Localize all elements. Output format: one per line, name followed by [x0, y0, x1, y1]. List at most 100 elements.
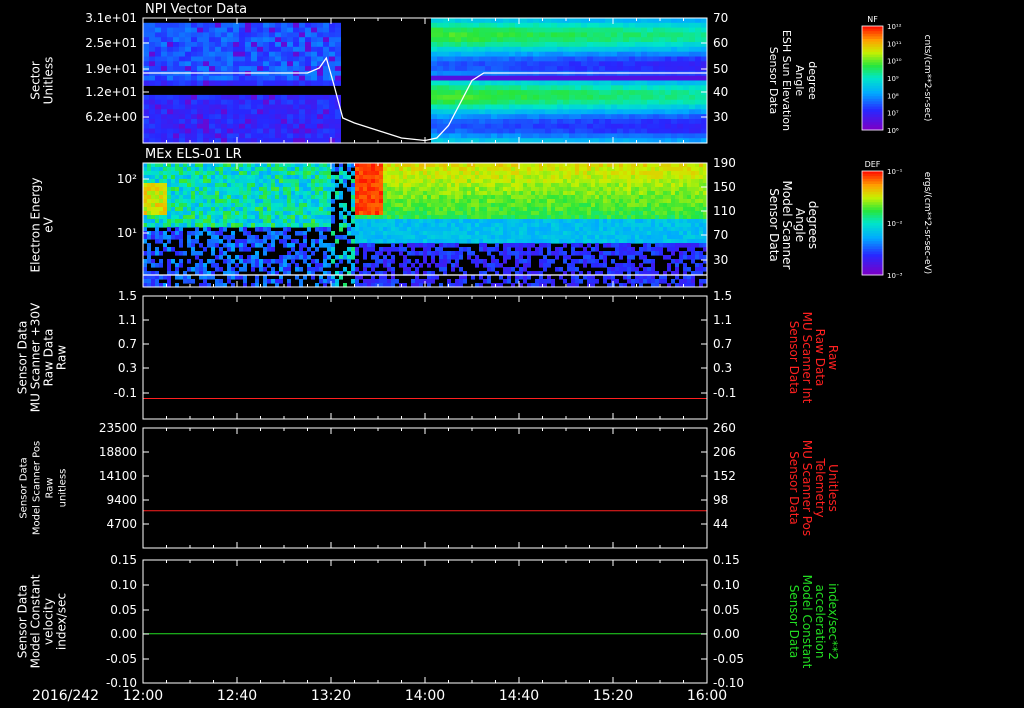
els-cell — [143, 251, 147, 256]
els-cell — [471, 215, 475, 220]
els-cell — [519, 163, 523, 168]
els-cell — [279, 191, 283, 196]
npi-cell — [695, 99, 701, 106]
els-cell — [179, 163, 183, 168]
els-cell — [471, 235, 475, 240]
els-cell — [435, 203, 439, 208]
npi-cell — [473, 104, 479, 110]
els-cell — [467, 175, 471, 180]
npi-cell — [215, 114, 221, 120]
els-cell — [391, 171, 395, 176]
els-cell — [351, 267, 355, 272]
npi-cell — [581, 51, 587, 58]
els-cell — [615, 243, 619, 248]
npi-cell — [467, 128, 473, 134]
els-cell — [567, 199, 571, 204]
npi-cell — [227, 114, 233, 120]
els-cell — [523, 163, 527, 168]
els-cell — [283, 231, 287, 236]
els-cell — [371, 255, 375, 260]
npi-cell — [221, 80, 227, 86]
els-cell — [483, 231, 487, 236]
els-cell — [599, 195, 603, 200]
els-cell — [471, 227, 475, 232]
els-cell — [411, 175, 415, 180]
els-cell — [583, 231, 587, 236]
els-cell — [279, 183, 283, 188]
npi-cell — [689, 32, 695, 38]
els-cell — [291, 171, 295, 176]
npi-cell — [335, 46, 341, 53]
npi-cell — [611, 114, 617, 120]
els-cell — [315, 183, 319, 188]
npi-cell — [173, 128, 179, 134]
els-cell — [527, 187, 531, 192]
els-cell — [403, 175, 407, 180]
els-cell — [303, 191, 307, 196]
els-cell — [343, 183, 347, 188]
npi-cell — [275, 56, 281, 62]
els-cell — [595, 231, 599, 236]
npi-cell — [623, 99, 629, 106]
npi-cell — [539, 119, 545, 125]
els-cell — [395, 183, 399, 188]
els-cell — [603, 171, 607, 176]
els-cell — [263, 247, 267, 252]
npi-cell — [539, 61, 545, 67]
els-cell — [627, 187, 631, 192]
els-cell — [319, 167, 323, 172]
els-cell — [191, 267, 195, 272]
els-cell — [499, 179, 503, 184]
els-cell — [507, 247, 511, 252]
npi-cell — [167, 32, 173, 38]
els-cell — [571, 235, 575, 240]
els-cell — [535, 167, 539, 172]
els-cell — [587, 175, 591, 180]
els-cell — [251, 167, 255, 172]
els-cell — [523, 231, 527, 236]
els-cell — [171, 231, 175, 236]
npi-cell — [701, 22, 707, 29]
els-cell — [435, 199, 439, 204]
els-cell — [307, 175, 311, 180]
npi-cell — [671, 104, 677, 110]
els-cell — [307, 191, 311, 196]
els-cell — [383, 235, 387, 240]
npi-cell — [527, 51, 533, 58]
els-cell — [267, 171, 271, 176]
npi-cell — [329, 128, 335, 134]
els-cell — [547, 215, 551, 220]
els-cell — [355, 199, 359, 204]
npi-cell — [617, 133, 623, 139]
els-cell — [603, 179, 607, 184]
els-cell — [375, 207, 379, 212]
npi-cell — [611, 32, 617, 38]
els-cell — [611, 187, 615, 192]
els-cell — [239, 243, 243, 248]
npi-cell — [653, 85, 659, 91]
npi-cell — [479, 94, 485, 101]
npi-cell — [437, 80, 443, 86]
npi-cell — [683, 123, 689, 130]
npi-cell — [647, 94, 653, 101]
els-cell — [475, 223, 479, 228]
npi-cell — [581, 133, 587, 139]
els-cell — [335, 195, 339, 200]
els-cell — [567, 175, 571, 180]
els-cell — [371, 175, 375, 180]
els-cell — [151, 207, 155, 212]
els-cell — [563, 255, 567, 260]
npi-cell — [581, 109, 587, 115]
els-cell — [583, 223, 587, 228]
els-cell — [411, 235, 415, 240]
npi-cell — [545, 42, 551, 48]
els-cell — [595, 239, 599, 244]
els-cell — [487, 195, 491, 200]
els-cell — [387, 175, 391, 180]
els-cell — [591, 195, 595, 200]
els-cell — [339, 275, 343, 280]
npi-cell — [569, 27, 575, 33]
npi-cell — [605, 85, 611, 91]
npi-cell — [335, 123, 341, 130]
npi-cell — [689, 42, 695, 48]
